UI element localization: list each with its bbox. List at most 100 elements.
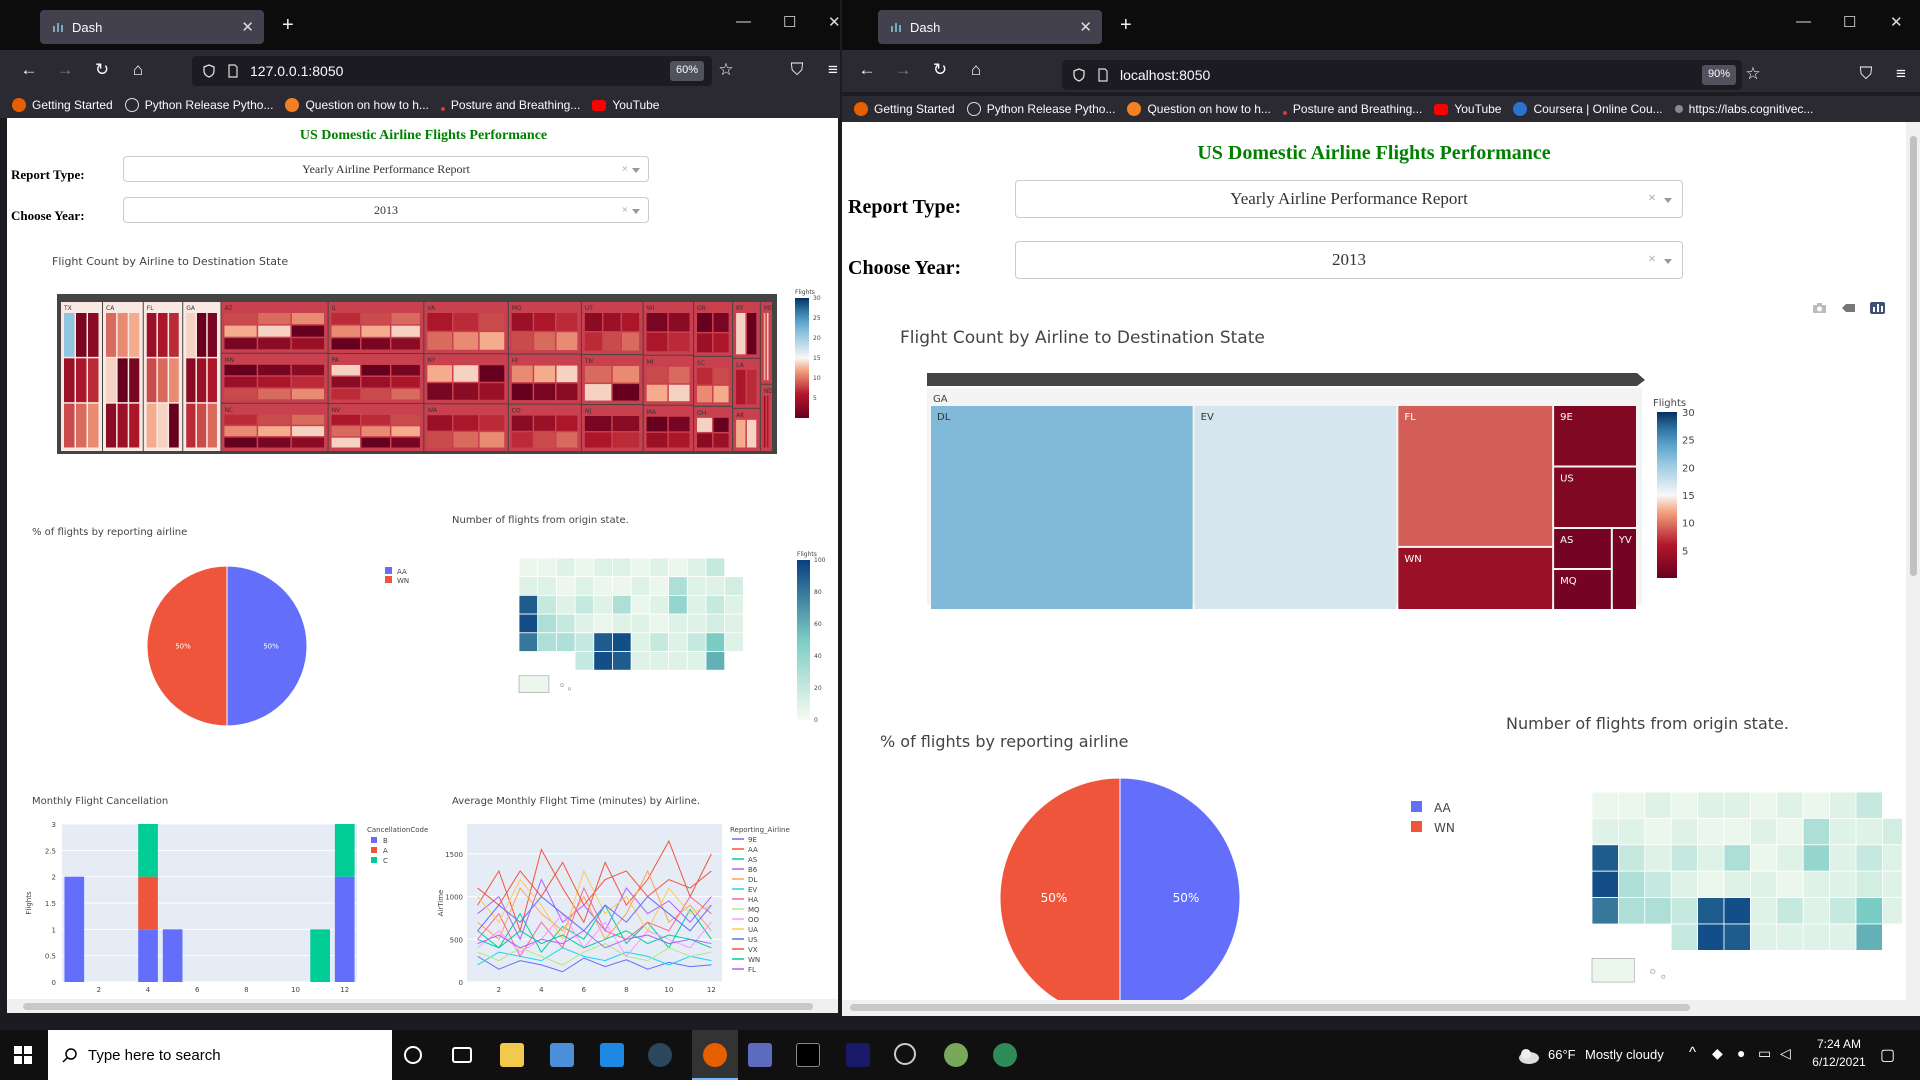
mail-icon[interactable] xyxy=(600,1043,624,1067)
clear-icon[interactable]: × xyxy=(1648,242,1656,278)
clear-icon[interactable]: × xyxy=(1648,181,1656,217)
bookmark-item[interactable]: Coursera | Online Cou... xyxy=(1513,102,1663,116)
close-window-icon[interactable]: ✕ xyxy=(1890,13,1903,31)
scroll-thumb[interactable] xyxy=(1910,136,1917,576)
home-icon[interactable]: ⌂ xyxy=(127,60,149,80)
store-icon[interactable] xyxy=(550,1043,574,1067)
year-dropdown[interactable]: 2013 × xyxy=(1015,241,1683,279)
airtime-line-chart[interactable]: 0 500 1000 1500 2 4 6 8 10 12 AirTime Reporting_Air… xyxy=(437,818,838,998)
chevron-down-icon[interactable] xyxy=(632,168,640,173)
chevron-down-icon[interactable] xyxy=(1664,198,1672,203)
pocket-icon[interactable]: ⛉ xyxy=(1855,64,1877,84)
usa-map-chart[interactable] xyxy=(1582,782,1902,1016)
bookmark-item[interactable]: Question on how to h... xyxy=(1127,102,1271,116)
close-tab-icon[interactable]: ✕ xyxy=(1079,18,1092,36)
github-desktop-icon[interactable] xyxy=(894,1043,916,1065)
close-window-icon[interactable]: ✕ xyxy=(828,13,840,31)
scroll-thumb[interactable] xyxy=(850,1004,1690,1011)
chevron-down-icon[interactable] xyxy=(1664,259,1672,264)
camera-icon[interactable] xyxy=(1812,302,1827,314)
back-arrow-icon[interactable]: ← xyxy=(18,60,40,80)
clock[interactable]: 7:24 AM 6/12/2021 xyxy=(1811,1037,1867,1069)
chevron-up-icon[interactable]: ^ xyxy=(1689,1044,1696,1061)
forward-arrow-icon[interactable]: → xyxy=(54,60,76,80)
maximize-icon[interactable]: ☐ xyxy=(783,13,796,31)
chevron-down-icon[interactable] xyxy=(632,209,640,214)
pocket-icon[interactable]: ⛉ xyxy=(786,60,808,80)
legend-item-aa[interactable]: AA xyxy=(1411,798,1455,818)
dropbox-icon[interactable]: ◆ xyxy=(1712,1045,1723,1062)
new-tab-button[interactable]: + xyxy=(1120,14,1132,37)
notification-icon[interactable]: ▢ xyxy=(1880,1045,1895,1065)
firefox-taskbar-active[interactable] xyxy=(692,1030,738,1080)
zoom-level[interactable]: 90% xyxy=(1702,65,1737,85)
bookmark-item[interactable]: Question on how to h... xyxy=(285,98,429,112)
pie-chart[interactable]: 50% 50% xyxy=(992,778,1252,1016)
bookmark-item[interactable]: YouTube xyxy=(1434,102,1501,116)
legend-item-wn[interactable]: WN xyxy=(1411,818,1455,838)
forward-arrow-icon[interactable]: → xyxy=(892,60,914,80)
task-view-icon[interactable] xyxy=(452,1047,472,1063)
terminal-icon[interactable] xyxy=(796,1043,820,1067)
weather-cloud-icon[interactable] xyxy=(1517,1036,1541,1064)
weather-temp[interactable]: 66°F xyxy=(1548,1047,1576,1062)
reload-icon[interactable]: ↻ xyxy=(91,60,113,80)
anaconda-icon[interactable] xyxy=(993,1043,1017,1067)
reset-icon[interactable] xyxy=(1841,302,1856,314)
intellij-icon[interactable] xyxy=(846,1043,870,1067)
url-bar[interactable]: 127.0.0.1:8050 60% xyxy=(192,56,712,86)
bookmark-item[interactable]: Getting Started xyxy=(854,102,955,116)
steam-icon[interactable] xyxy=(648,1043,672,1067)
maximize-icon[interactable]: ☐ xyxy=(1843,13,1856,31)
network-icon[interactable]: ▭ xyxy=(1758,1045,1771,1062)
cortana-icon[interactable] xyxy=(404,1046,422,1064)
pie-chart[interactable]: 50% 50% xyxy=(127,558,327,738)
horizontal-scrollbar[interactable] xyxy=(842,1000,1906,1016)
usa-map-chart[interactable] xyxy=(509,553,769,713)
tab-dash[interactable]: Dash ✕ xyxy=(878,10,1102,44)
legend-item-wn[interactable]: WN xyxy=(385,576,409,585)
vertical-scrollbar[interactable] xyxy=(1906,122,1920,1016)
home-icon[interactable]: ⌂ xyxy=(965,60,987,80)
clear-icon[interactable]: × xyxy=(622,198,628,222)
new-tab-button[interactable]: + xyxy=(282,14,294,37)
bookmark-item[interactable]: Python Release Pytho... xyxy=(124,98,273,112)
reload-icon[interactable]: ↻ xyxy=(929,60,951,80)
legend-item-aa[interactable]: AA xyxy=(385,567,409,576)
menu-icon[interactable]: ≡ xyxy=(1890,64,1912,84)
star-icon[interactable]: ☆ xyxy=(1742,64,1764,84)
bookmark-item[interactable]: YouTube xyxy=(592,98,659,112)
paint-icon[interactable] xyxy=(944,1043,968,1067)
report-type-dropdown[interactable]: Yearly Airline Performance Report × xyxy=(123,156,649,182)
close-tab-icon[interactable]: ✕ xyxy=(241,18,254,36)
minimize-icon[interactable]: — xyxy=(1796,13,1811,30)
star-icon[interactable]: ☆ xyxy=(715,60,737,80)
cancellation-bar-chart[interactable]: 0 0.5 1 1.5 2 2.5 3 2 4 6 8 10 12 Flights Cancellation… xyxy=(17,818,437,998)
treemap-chart-zoomed[interactable]: GADL EV FLWN9EUSAS YVMQFlights51015202530 xyxy=(912,370,1892,630)
bookmark-item[interactable]: Python Release Pytho... xyxy=(966,102,1115,116)
scroll-thumb[interactable] xyxy=(23,1003,813,1010)
menu-icon[interactable]: ≡ xyxy=(822,60,840,80)
treemap-chart[interactable]: TX CA FL GA AZ MN NC IL PA NV VA NY WA MO HI CO UT TN NJ WI… xyxy=(57,294,777,454)
clear-icon[interactable]: × xyxy=(622,157,628,181)
url-bar[interactable]: localhost:8050 90% xyxy=(1062,60,1742,90)
microphone-icon[interactable]: ● xyxy=(1737,1045,1745,1061)
bookmark-item[interactable]: Posture and Breathing... xyxy=(1282,102,1422,116)
plotly-logo-icon[interactable] xyxy=(1870,302,1885,314)
report-type-dropdown[interactable]: Yearly Airline Performance Report × xyxy=(1015,180,1683,218)
bookmark-item[interactable]: Posture and Breathing... xyxy=(440,98,580,112)
calculator-icon[interactable] xyxy=(748,1043,772,1067)
taskbar-search-box[interactable]: Type here to search xyxy=(48,1030,392,1080)
weather-description[interactable]: Mostly cloudy xyxy=(1585,1047,1664,1062)
zoom-level[interactable]: 60% xyxy=(670,61,705,81)
bookmark-item[interactable]: https://labs.cognitivec... xyxy=(1674,102,1813,116)
windows-start-icon[interactable] xyxy=(14,1046,32,1064)
volume-icon[interactable]: ◁ xyxy=(1780,1045,1791,1062)
file-explorer-icon[interactable] xyxy=(500,1043,524,1067)
back-arrow-icon[interactable]: ← xyxy=(856,60,878,80)
tab-dash[interactable]: Dash ✕ xyxy=(40,10,264,44)
horizontal-scrollbar[interactable] xyxy=(7,999,838,1013)
minimize-icon[interactable]: — xyxy=(736,13,751,30)
year-dropdown[interactable]: 2013 × xyxy=(123,197,649,223)
bookmark-item[interactable]: Getting Started xyxy=(12,98,113,112)
